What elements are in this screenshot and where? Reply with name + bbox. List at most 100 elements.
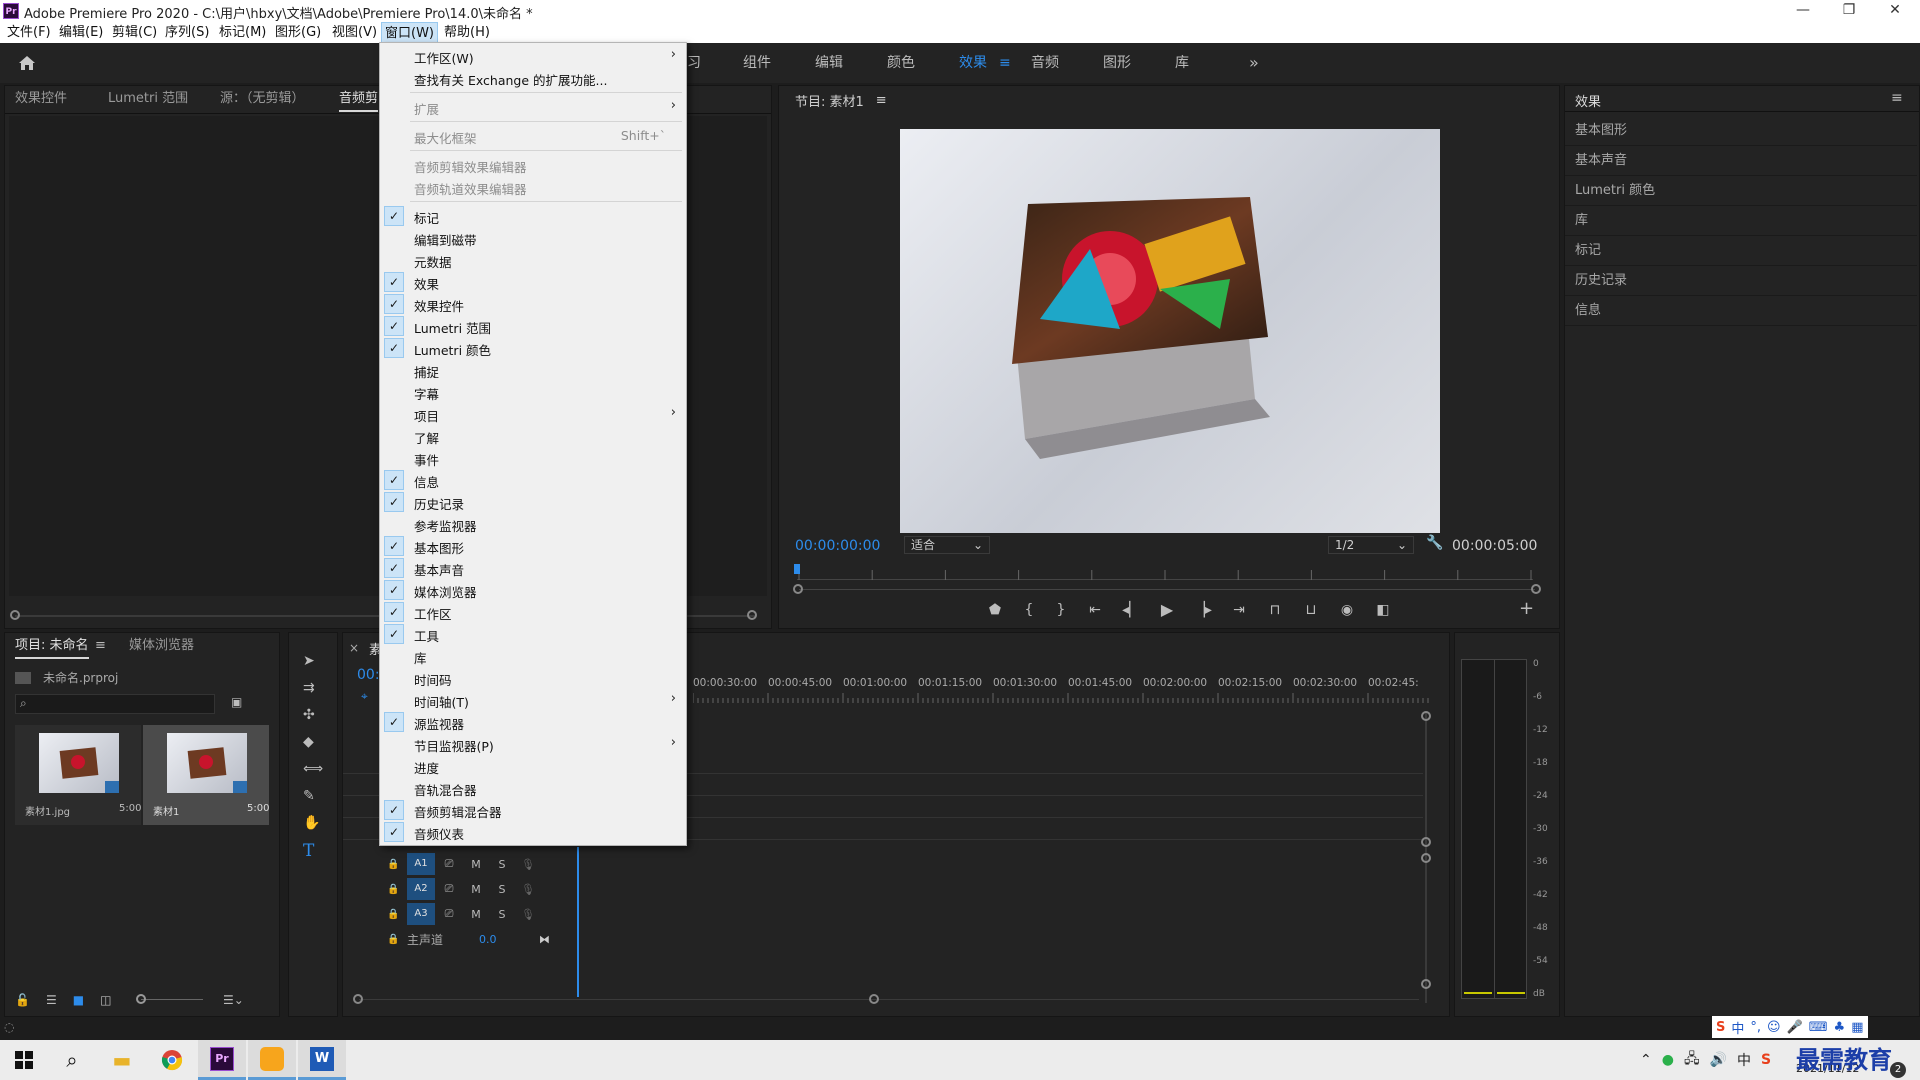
- play-icon[interactable]: ▶: [1149, 600, 1185, 619]
- project-item[interactable]: 素材1 5:00: [143, 725, 269, 825]
- word-icon[interactable]: W: [298, 1040, 346, 1080]
- close-button[interactable]: ✕: [1872, 0, 1918, 22]
- window-menu-item[interactable]: ✓ 工具: [380, 623, 686, 645]
- solo-button[interactable]: S: [489, 858, 515, 871]
- workspace-tab-graphics[interactable]: 图形: [1103, 43, 1131, 83]
- window-menu-item[interactable]: ✓ 基本声音: [380, 557, 686, 579]
- master-options-icon[interactable]: ⧓: [539, 933, 550, 946]
- window-menu-item[interactable]: 库: [380, 645, 686, 667]
- workspace-tab-editing[interactable]: 编辑: [815, 43, 843, 83]
- effects-item-info[interactable]: 信息: [1565, 296, 1917, 326]
- effects-menu-icon[interactable]: ≡: [1891, 90, 1903, 106]
- fit-dropdown[interactable]: 适合 ⌄: [904, 536, 990, 554]
- scroll-handle-left[interactable]: [10, 610, 20, 620]
- go-to-in-icon[interactable]: ⇤: [1077, 602, 1113, 618]
- step-back-icon[interactable]: ◂▏: [1113, 602, 1149, 618]
- window-menu-item[interactable]: 音轨混合器: [380, 777, 686, 799]
- effects-item-essential-graphics[interactable]: 基本图形: [1565, 116, 1917, 146]
- vscroll-handle[interactable]: [1421, 979, 1431, 989]
- effects-item-libraries[interactable]: 库: [1565, 206, 1917, 236]
- window-menu-item[interactable]: 工作区(W) ›: [380, 45, 686, 67]
- tab-media-browser[interactable]: 媒体浏览器: [129, 633, 194, 659]
- network-icon[interactable]: 🖧: [1684, 1048, 1700, 1072]
- ime-tools-icon[interactable]: ▦: [1851, 1020, 1863, 1035]
- window-menu-item[interactable]: 事件: [380, 447, 686, 469]
- mark-in-icon[interactable]: {: [1013, 602, 1045, 618]
- menu-edit[interactable]: 编辑(E): [56, 22, 106, 43]
- window-menu-item[interactable]: 参考监视器: [380, 513, 686, 535]
- track-target-a3[interactable]: A3: [407, 903, 435, 925]
- workspace-tab-effects[interactable]: 效果: [959, 43, 987, 83]
- extract-icon[interactable]: ⊔: [1293, 602, 1329, 618]
- ime-keyboard-icon[interactable]: ⌨: [1809, 1020, 1828, 1035]
- menu-window[interactable]: 窗口(W): [381, 22, 438, 43]
- ime-voice-icon[interactable]: 🎤: [1787, 1020, 1803, 1035]
- hand-tool-icon[interactable]: ✋: [303, 815, 320, 831]
- compare-view-icon[interactable]: ◧: [1365, 602, 1401, 618]
- window-menu-item[interactable]: 时间轴(T) ›: [380, 689, 686, 711]
- mic-icon[interactable]: 🎙: [515, 858, 541, 871]
- program-menu-icon[interactable]: ≡: [876, 93, 887, 108]
- search-icon[interactable]: ⌕: [48, 1040, 96, 1080]
- window-menu-item[interactable]: ✓ 音频剪辑混合器: [380, 799, 686, 821]
- mute-button[interactable]: M: [463, 908, 489, 921]
- window-menu-item[interactable]: ✓ 基本图形: [380, 535, 686, 557]
- razor-tool-icon[interactable]: ◆: [303, 734, 314, 750]
- ripple-edit-tool-icon[interactable]: ✣: [303, 707, 315, 723]
- maximize-button[interactable]: ❐: [1826, 0, 1872, 22]
- tab-project[interactable]: 项目: 未命名: [15, 633, 89, 659]
- effects-item-markers[interactable]: 标记: [1565, 236, 1917, 266]
- menu-sequence[interactable]: 序列(S): [162, 22, 212, 43]
- mark-out-icon[interactable]: }: [1045, 602, 1077, 618]
- pen-tool-icon[interactable]: ✎: [303, 788, 315, 804]
- menu-file[interactable]: 文件(F): [4, 22, 54, 43]
- sogou-icon[interactable]: S: [1716, 1020, 1725, 1035]
- window-menu-item[interactable]: ✓ 音频仪表: [380, 821, 686, 843]
- program-timecode-current[interactable]: 00:00:00:00: [795, 538, 880, 554]
- window-menu-item[interactable]: ✓ 历史记录: [380, 491, 686, 513]
- zoom-handle-right[interactable]: [1531, 584, 1541, 594]
- mute-button[interactable]: M: [463, 858, 489, 871]
- export-frame-icon[interactable]: ◉: [1329, 602, 1365, 618]
- notification-badge[interactable]: 2: [1890, 1062, 1906, 1078]
- media-app-icon[interactable]: [248, 1040, 296, 1080]
- vscroll-handle[interactable]: [1421, 853, 1431, 863]
- vscroll-handle[interactable]: [1421, 711, 1431, 721]
- window-menu-item[interactable]: 元数据: [380, 249, 686, 271]
- premiere-taskbar-icon[interactable]: Pr: [198, 1040, 246, 1080]
- workspace-menu-icon[interactable]: ≡: [999, 43, 1011, 83]
- ime-punct-icon[interactable]: °,: [1750, 1020, 1761, 1035]
- project-search-input[interactable]: ⌕: [15, 694, 215, 714]
- track-lock-icon[interactable]: 🔒: [387, 909, 407, 920]
- track-select-tool-icon[interactable]: ⇉: [303, 680, 315, 696]
- solo-button[interactable]: S: [489, 908, 515, 921]
- scroll-handle-right[interactable]: [747, 610, 757, 620]
- window-menu-item[interactable]: 字幕: [380, 381, 686, 403]
- timeline-close-icon[interactable]: ×: [349, 641, 359, 655]
- file-explorer-icon[interactable]: ▬: [98, 1040, 146, 1080]
- solo-button[interactable]: S: [489, 883, 515, 896]
- lift-icon[interactable]: ⊓: [1257, 602, 1293, 618]
- effects-item-essential-sound[interactable]: 基本声音: [1565, 146, 1917, 176]
- timeline-timecode[interactable]: 00:: [357, 667, 380, 683]
- step-forward-icon[interactable]: ▕▸: [1185, 602, 1221, 618]
- program-time-ruler[interactable]: [797, 566, 1533, 580]
- window-menu-item[interactable]: ✓ 效果控件: [380, 293, 686, 315]
- window-menu-item[interactable]: 节目监视器(P) ›: [380, 733, 686, 755]
- new-bin-icon[interactable]: ▣: [231, 695, 242, 709]
- window-menu-item[interactable]: 编辑到磁带: [380, 227, 686, 249]
- zoom-handle-left[interactable]: [793, 584, 803, 594]
- icon-view-icon[interactable]: ■: [73, 993, 84, 1007]
- effects-item-history[interactable]: 历史记录: [1565, 266, 1917, 296]
- effects-item-lumetri-color[interactable]: Lumetri 颜色: [1565, 176, 1917, 206]
- mute-button[interactable]: M: [463, 883, 489, 896]
- tab-audio-clip-mixer[interactable]: 音频剪: [339, 86, 379, 112]
- zoom-slider[interactable]: [141, 999, 203, 1000]
- menu-graphics[interactable]: 图形(G): [272, 22, 324, 43]
- tray-expand-icon[interactable]: ⌃: [1640, 1052, 1652, 1068]
- sync-lock-icon[interactable]: ⎚: [435, 907, 463, 921]
- resolution-dropdown[interactable]: 1/2 ⌄: [1328, 536, 1414, 554]
- tab-effect-controls[interactable]: 效果控件: [15, 86, 67, 112]
- sync-lock-icon[interactable]: ⎚: [435, 882, 463, 896]
- project-item[interactable]: 素材1.jpg 5:00: [15, 725, 141, 825]
